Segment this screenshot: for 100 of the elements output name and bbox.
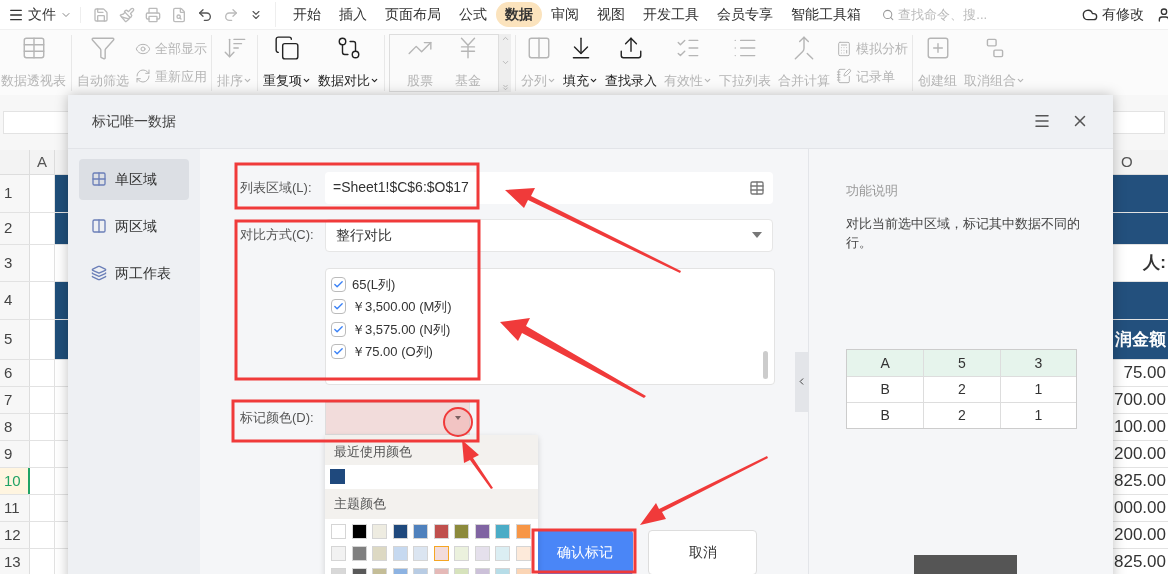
ribbon-button[interactable]: 填充 <box>562 34 599 91</box>
ribbon-button[interactable]: 数据对比 <box>317 34 380 91</box>
menu-tab[interactable]: 数据 <box>496 2 542 27</box>
ribbon-label: 取消组合 <box>964 71 1025 91</box>
color-swatch[interactable] <box>413 523 428 539</box>
table-cell-text: A <box>879 353 891 373</box>
checkbox[interactable] <box>331 344 346 360</box>
ribbon-label: 填充 <box>563 71 598 91</box>
range-select-icon[interactable] <box>749 179 765 196</box>
color-swatch[interactable] <box>495 545 510 561</box>
color-swatch[interactable] <box>372 523 387 539</box>
nav-item[interactable]: 两区域 <box>79 205 189 247</box>
menu-tab[interactable]: 视图 <box>588 2 634 27</box>
row-header[interactable]: 9 <box>0 441 30 467</box>
chevron-down-icon[interactable] <box>500 58 510 67</box>
scrollbar[interactable] <box>763 350 768 379</box>
color-swatch[interactable] <box>351 545 367 561</box>
color-swatch[interactable] <box>372 545 387 561</box>
menu-tab[interactable]: 开发工具 <box>634 2 708 27</box>
menu-tab[interactable]: 公式 <box>450 2 496 27</box>
checkbox[interactable] <box>331 299 346 315</box>
row-header[interactable]: 11 <box>0 495 30 521</box>
ribbon-label: 数据对比 <box>318 71 379 91</box>
color-dropdown[interactable] <box>325 401 470 435</box>
column-option[interactable]: ￥75.00 (O列) <box>331 342 774 362</box>
copy-icon <box>274 34 300 61</box>
gallery-scroller[interactable] <box>499 33 511 92</box>
table-cell-text: B <box>879 380 891 399</box>
table-cell-text: B <box>879 406 891 425</box>
ribbon-button[interactable]: 查找录入 <box>604 34 658 91</box>
checkbox[interactable] <box>331 321 346 337</box>
search-field[interactable]: 查找命令、搜... <box>882 4 1022 25</box>
color-swatch[interactable] <box>474 523 490 539</box>
column-option[interactable]: ￥3,500.00 (M列) <box>331 297 774 317</box>
nav-item[interactable]: 两工作表 <box>79 252 189 294</box>
columns-icon <box>91 218 107 234</box>
color-swatch[interactable] <box>392 545 408 561</box>
save-icon[interactable] <box>93 6 109 23</box>
compare-dropdown[interactable]: 整行对比 <box>325 218 773 252</box>
grid-icon <box>91 171 107 187</box>
preview-icon[interactable] <box>171 6 187 23</box>
row-header[interactable]: 7 <box>0 387 30 413</box>
color-swatch[interactable] <box>474 545 490 561</box>
column-option[interactable]: 65(L列) <box>331 274 774 294</box>
color-swatch[interactable] <box>454 523 469 539</box>
column-option[interactable]: ￥3,575.00 (N列) <box>331 319 774 339</box>
ribbon-label: 数据透视表 <box>1 72 66 90</box>
row-header[interactable]: 5 <box>0 320 30 359</box>
row-header[interactable]: 2 <box>0 213 30 244</box>
menu-tab[interactable]: 插入 <box>330 2 376 27</box>
checkbox[interactable] <box>331 276 346 292</box>
color-swatch[interactable] <box>331 545 346 561</box>
row-header[interactable]: 1 <box>0 175 30 212</box>
color-swatch[interactable] <box>515 523 531 539</box>
color-swatch[interactable] <box>495 523 510 539</box>
ribbon-label: 分列 <box>521 71 556 91</box>
arrow <box>462 440 493 489</box>
check-icon <box>333 323 344 335</box>
column-header[interactable]: A <box>30 150 55 174</box>
color-swatch[interactable] <box>392 523 408 539</box>
layers-icon <box>91 265 107 281</box>
collapse-handle[interactable] <box>795 351 808 412</box>
print-icon[interactable] <box>145 6 161 23</box>
row-header[interactable]: 4 <box>0 282 30 319</box>
row-header[interactable]: 12 <box>0 522 30 548</box>
menu-tab[interactable]: 智能工具箱 <box>782 2 870 27</box>
check-icon <box>333 278 344 290</box>
ribbon-label: 有效性 <box>664 71 712 91</box>
color-swatch[interactable] <box>454 545 469 561</box>
menu-tab[interactable]: 会员专享 <box>708 2 782 27</box>
menu-tab[interactable]: 开始 <box>284 2 330 27</box>
cancel-button[interactable]: 取消 <box>648 529 757 574</box>
status-button[interactable]: 有修改 <box>1082 4 1144 25</box>
expand-icon[interactable] <box>500 82 510 92</box>
row-header[interactable]: 6 <box>0 360 30 386</box>
color-swatch[interactable] <box>413 545 428 561</box>
menu-tab[interactable]: 页面布局 <box>376 2 450 27</box>
field-label: 标记颜色(D): <box>240 409 315 428</box>
color-swatch[interactable] <box>351 523 367 539</box>
file-menu[interactable]: 文件 <box>8 4 72 25</box>
row-header[interactable]: 13 <box>0 549 30 574</box>
range-field[interactable]: =Sheet1!$C$6:$O$17 <box>325 171 773 204</box>
ribbon-button[interactable]: 重复项 <box>262 34 312 91</box>
row-header[interactable]: 3 <box>0 245 30 281</box>
ribbon-label: 创建组 <box>918 72 957 90</box>
redo-icon[interactable] <box>223 6 239 23</box>
column-header[interactable]: O <box>1113 150 1168 174</box>
color-swatch[interactable] <box>433 523 449 539</box>
color-swatch[interactable] <box>330 469 345 484</box>
palette-heading: 最近使用颜色 <box>334 443 412 461</box>
nav-item[interactable]: 单区域 <box>79 158 189 200</box>
color-swatch[interactable] <box>433 545 449 561</box>
color-swatch[interactable] <box>515 545 531 561</box>
ribbon-label: 重复项 <box>263 71 311 91</box>
brush-icon[interactable] <box>119 6 135 23</box>
undo-icon[interactable] <box>197 6 213 23</box>
user-icon[interactable] <box>1156 6 1168 23</box>
menu-tab[interactable]: 审阅 <box>542 2 588 27</box>
color-swatch[interactable] <box>331 523 346 539</box>
row-header[interactable]: 8 <box>0 414 30 440</box>
